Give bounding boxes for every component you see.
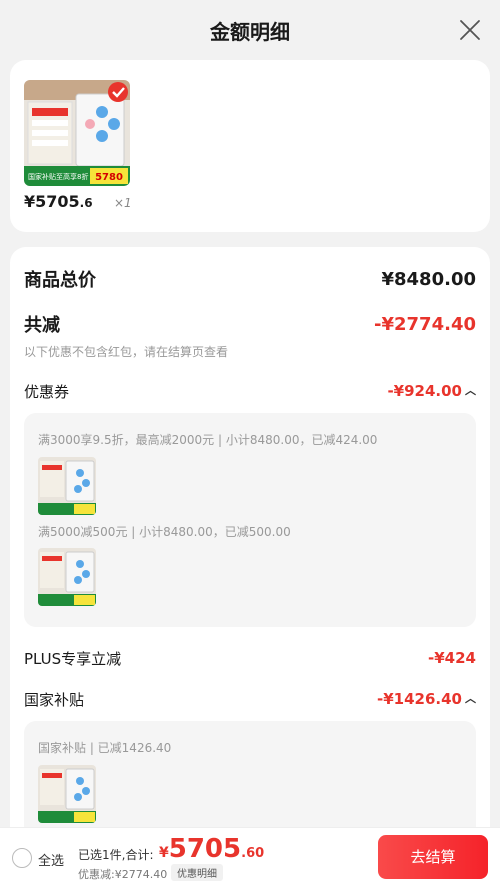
- total-int: 5705: [168, 834, 242, 864]
- chevron-up-icon: ︿: [465, 384, 476, 397]
- discount-summary: 优惠减:¥2774.40: [78, 868, 168, 881]
- total-dec: .60: [241, 846, 265, 861]
- coupon-details: 满3000享9.5折，最高减2000元 | 小计8480.00，已减424.00…: [24, 413, 476, 627]
- discount-detail-button[interactable]: 优惠明细: [171, 864, 223, 881]
- header: 金额明细: [0, 0, 500, 60]
- total-price: ¥5705.60: [159, 834, 264, 864]
- select-all-label[interactable]: 全选: [38, 850, 64, 869]
- coupon-label: 优惠券: [24, 382, 70, 401]
- subsidy-item-thumb: [38, 765, 96, 823]
- selected-count-text: 已选1件,合计:: [78, 848, 154, 862]
- select-all-radio[interactable]: [12, 848, 32, 868]
- coupon-value: -¥924.00 ︿: [387, 382, 476, 400]
- subsidy-row[interactable]: 国家补贴 -¥1426.40 ︿: [24, 686, 476, 712]
- product-quantity: ×1: [114, 196, 132, 210]
- subsidy-label: 国家补贴: [24, 690, 85, 709]
- total-row: 商品总价 ¥8480.00: [24, 266, 476, 292]
- amount-detail-card: 商品总价 ¥8480.00 共减 -¥2774.40 以下优惠不包含红包，请在结…: [10, 247, 490, 881]
- total-value: ¥8480.00: [381, 268, 476, 290]
- plus-label: PLUS专享立减: [24, 649, 122, 668]
- close-icon: [460, 20, 480, 40]
- coupon-row[interactable]: 优惠券 -¥924.00 ︿: [24, 378, 476, 404]
- subsidy-item-text: 国家补贴 | 已减1426.40: [38, 741, 172, 755]
- coupon-item-thumb: [38, 548, 96, 606]
- product-price-int: ¥5705: [24, 192, 80, 211]
- discount-value: -¥2774.40: [374, 313, 476, 335]
- coupon-item-thumb: [38, 457, 96, 515]
- plus-row: PLUS专享立减 -¥424: [24, 645, 476, 671]
- checkout-button[interactable]: 去结算: [378, 835, 488, 879]
- discount-row: 共减 -¥2774.40: [24, 311, 476, 337]
- product-price: ¥5705.6: [24, 192, 93, 211]
- total-currency: ¥: [159, 845, 169, 861]
- chevron-up-icon: ︿: [465, 692, 476, 705]
- product-price-dec: .6: [79, 196, 93, 210]
- close-button[interactable]: [458, 18, 482, 42]
- subsidy-value: -¥1426.40 ︿: [377, 690, 476, 708]
- checkout-bar: 全选 已选1件,合计: ¥5705.60 优惠减:¥2774.40 优惠明细 去…: [0, 827, 500, 881]
- product-card: 5780 国家补贴至高享8折 ¥5705.6 ×1: [10, 60, 490, 232]
- total-label: 商品总价: [24, 270, 96, 291]
- coupon-item-text: 满5000减500元 | 小计8480.00，已减500.00: [38, 525, 291, 539]
- discount-label: 共减: [24, 315, 60, 336]
- plus-value: -¥424: [428, 649, 476, 667]
- image-price-text: 5780: [95, 172, 123, 183]
- discount-note: 以下优惠不包含红包，请在结算页查看: [24, 345, 229, 359]
- image-subsidy-text: 国家补贴至高享8折: [28, 172, 88, 181]
- coupon-item-text: 满3000享9.5折，最高减2000元 | 小计8480.00，已减424.00: [38, 433, 378, 447]
- page-title: 金额明细: [210, 20, 290, 44]
- product-image[interactable]: 5780 国家补贴至高享8折: [24, 80, 130, 186]
